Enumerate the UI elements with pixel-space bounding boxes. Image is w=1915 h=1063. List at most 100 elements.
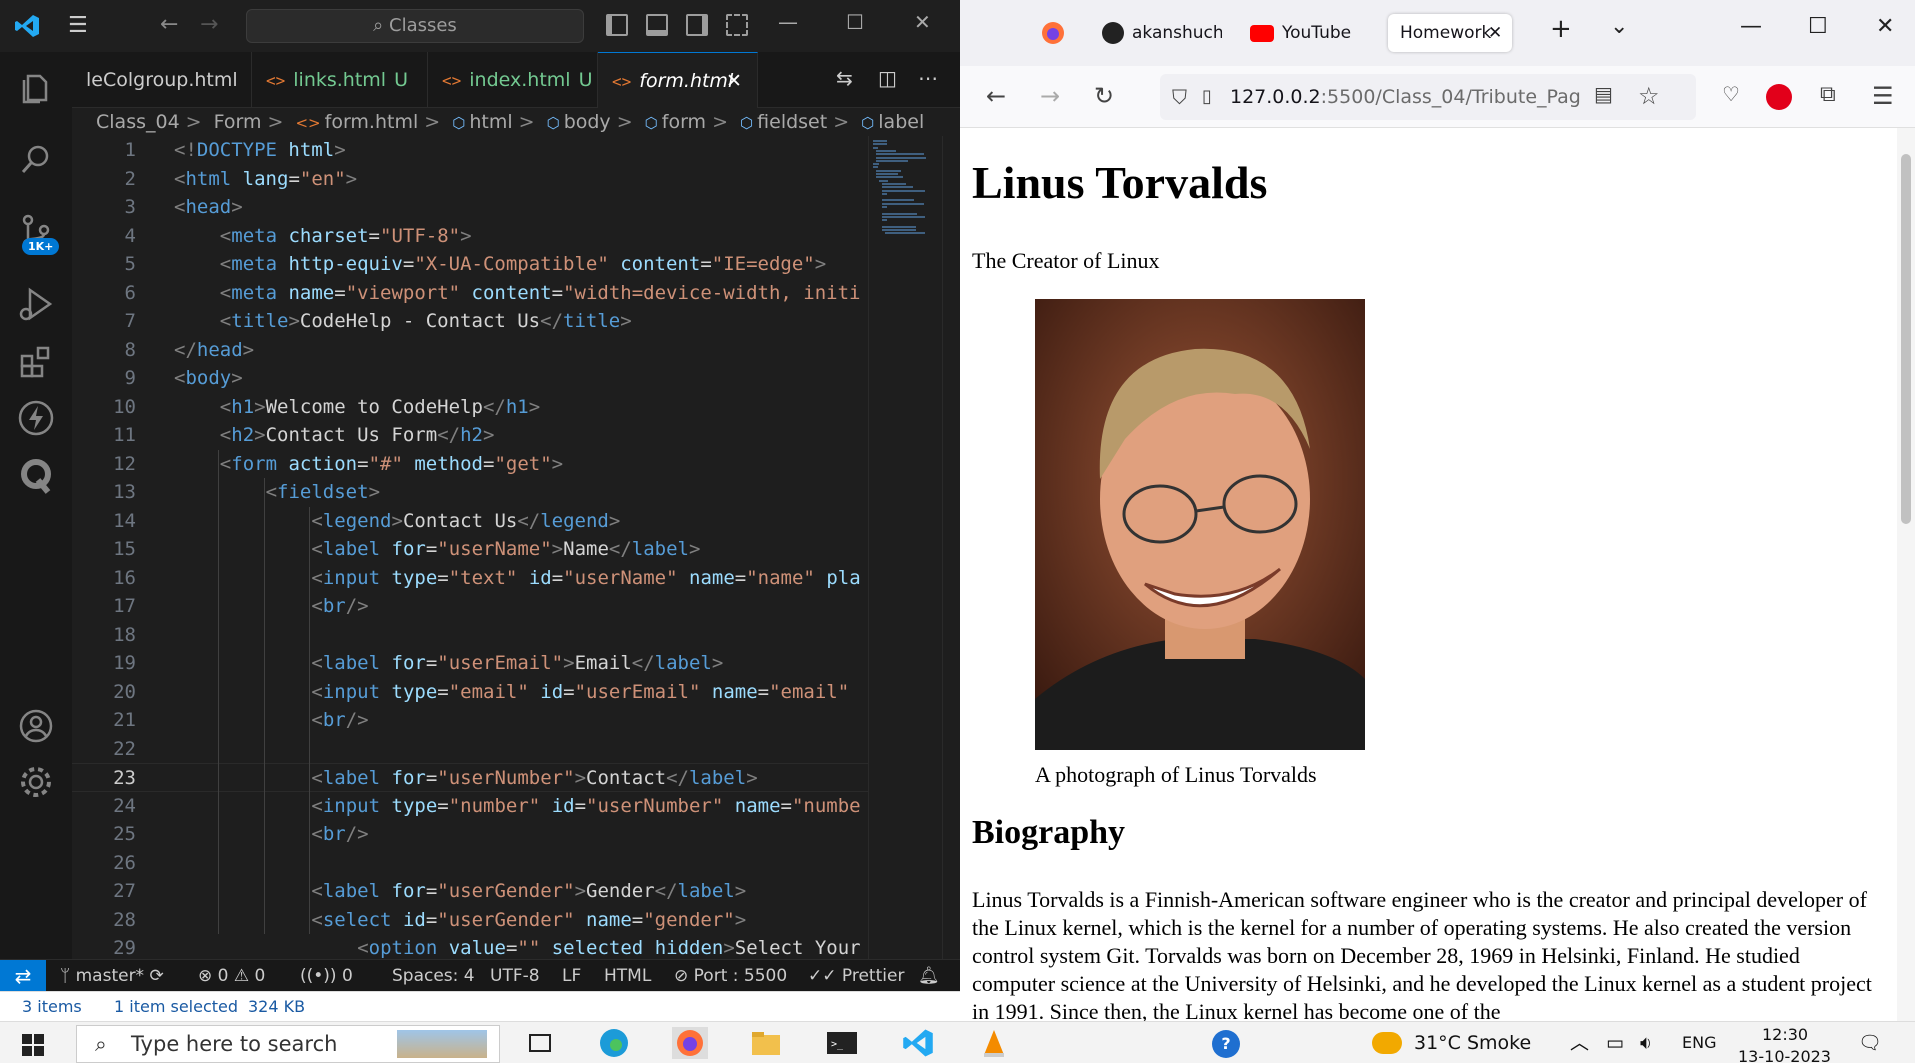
code-line[interactable]: 3 <head> [72, 193, 880, 222]
input-language[interactable]: ENG [1682, 1022, 1716, 1063]
show-hidden-icons-chevron[interactable]: ︿ [1570, 1022, 1589, 1063]
branch-status[interactable]: ᛘ master* ⟳ [60, 960, 164, 992]
code-line[interactable]: 22 [72, 735, 880, 764]
customize-layout-icon[interactable] [726, 14, 748, 36]
toggle-panel-icon[interactable] [646, 14, 668, 36]
code-line[interactable]: 28 <select id="userGender" name="gender"> [72, 906, 880, 935]
reload-icon[interactable]: ↻ [1094, 82, 1114, 110]
ublock-shield-icon[interactable] [1766, 84, 1792, 110]
thunder-client-icon[interactable] [16, 398, 56, 438]
edge-icon[interactable] [596, 1027, 632, 1059]
shield-icon[interactable]: ⛉ [1172, 74, 1187, 120]
code-line[interactable]: 11 <h2>Contact Us Form</h2> [72, 421, 880, 450]
accounts-icon[interactable] [16, 706, 56, 746]
vscode-taskbar-icon[interactable] [900, 1027, 936, 1059]
toggle-primary-sidebar-icon[interactable] [606, 14, 628, 36]
code-line[interactable]: 21 <br/> [72, 706, 880, 735]
prettier-status[interactable]: ✓✓ Prettier [808, 960, 904, 992]
eol-status[interactable]: LF [562, 960, 581, 992]
run-debug-icon[interactable] [16, 284, 56, 324]
code-line[interactable]: 23 <label for="userNumber">Contact</label… [72, 763, 880, 792]
breadcrumb-item[interactable]: form.html [325, 111, 419, 133]
tab-index[interactable]: <> index.html U [428, 52, 598, 108]
explorer-icon[interactable] [16, 68, 56, 108]
clock-date[interactable]: 13-10-2023 [1738, 1036, 1831, 1063]
extensions-icon[interactable] [16, 342, 56, 382]
weather-status[interactable]: 31°C Smoke [1414, 1022, 1531, 1063]
code-line[interactable]: 20 <input type="email" id="userEmail" nam… [72, 678, 880, 707]
minimap[interactable] [868, 136, 942, 959]
code-line[interactable]: 1 <!DOCTYPE html> [72, 136, 880, 165]
language-status[interactable]: HTML [604, 960, 651, 992]
code-line[interactable]: 19 <label for="userEmail">Email</label> [72, 649, 880, 678]
scrollbar-thumb[interactable] [1901, 154, 1911, 524]
split-editor-icon[interactable]: ◫ [878, 66, 897, 90]
breadcrumb-item[interactable]: Form [214, 111, 262, 133]
breadcrumb-item[interactable]: body [564, 111, 611, 133]
live-server-status[interactable]: ⊘ Port : 5500 [674, 960, 787, 992]
vlc-icon[interactable] [976, 1027, 1012, 1059]
remote-icon[interactable]: ⇄ [0, 960, 46, 991]
code-line[interactable]: 25 <br/> [72, 820, 880, 849]
tab-tablecolgroup[interactable]: leColgroup.html [72, 52, 252, 108]
windows-start-icon[interactable] [22, 1034, 44, 1056]
tab-youtube[interactable]: YouTube [1250, 14, 1370, 52]
compare-changes-icon[interactable]: ⇆ [836, 66, 853, 90]
tab-form-active[interactable]: <> form.html ✕ [598, 52, 758, 108]
page-scrollbar[interactable] [1897, 128, 1915, 1021]
problems-status[interactable]: ⊗ 0 ⚠ 0 [198, 960, 265, 992]
code-line[interactable]: 7 <title>CodeHelp - Contact Us</title> [72, 307, 880, 336]
notifications-icon[interactable]: 🗨︎ [1858, 1022, 1882, 1063]
code-line[interactable]: 16 <input type="text" id="userName" name=… [72, 564, 880, 593]
indentation-status[interactable]: Spaces: 4 [392, 960, 475, 992]
terminal-icon[interactable]: >_ [824, 1027, 860, 1059]
code-line[interactable]: 4 <meta charset="UTF-8"> [72, 222, 880, 251]
close-window-icon[interactable]: ✕ [914, 10, 931, 34]
breadcrumb-item[interactable]: html [469, 111, 512, 133]
tab-homework-active[interactable]: Homework ✕ [1388, 14, 1512, 52]
page-viewport[interactable]: Linus Torvalds The Creator of Linux A ph… [960, 128, 1897, 1021]
bookmark-star-icon[interactable]: ☆ [1638, 82, 1660, 110]
more-actions-icon[interactable]: ⋯ [918, 66, 938, 90]
tab-links[interactable]: <> links.html U [252, 52, 428, 108]
list-tabs-chevron-down-icon[interactable]: ⌄ [1610, 14, 1628, 39]
back-arrow-icon[interactable]: ← [160, 12, 178, 37]
code-line[interactable]: 24 <input type="number" id="userNumber" n… [72, 792, 880, 821]
reader-view-icon[interactable]: ▤ [1594, 82, 1613, 106]
task-view-icon[interactable] [522, 1027, 558, 1059]
breadcrumb-item[interactable]: form [662, 111, 706, 133]
code-line[interactable]: 9 <body> [72, 364, 880, 393]
forward-arrow-icon[interactable]: → [1040, 82, 1060, 110]
tab-github[interactable]: akanshuch [1102, 14, 1222, 52]
command-center-search[interactable]: ⌕ Classes [246, 9, 584, 43]
close-tab-icon[interactable]: ✕ [726, 53, 742, 109]
code-line[interactable]: 5 <meta http-equiv="X-UA-Compatible" cont… [72, 250, 880, 279]
code-line[interactable]: 15 <label for="userName">Name</label> [72, 535, 880, 564]
pocket-icon[interactable]: ♡ [1722, 82, 1740, 106]
menu-icon[interactable]: ☰ [1872, 82, 1894, 110]
forward-arrow-icon[interactable]: → [200, 12, 218, 37]
encoding-status[interactable]: UTF-8 [490, 960, 540, 992]
quokka-icon[interactable] [16, 456, 56, 496]
code-line[interactable]: 8 </head> [72, 336, 880, 365]
editor-scrollbar[interactable] [942, 136, 960, 959]
back-arrow-icon[interactable]: ← [986, 82, 1006, 110]
toggle-secondary-sidebar-icon[interactable] [686, 14, 708, 36]
address-bar[interactable]: ⛉ ▯ 127.0.0.2:5500/Class_04/Tribute_Pag [1160, 74, 1696, 120]
code-line[interactable]: 27 <label for="userGender">Gender</label> [72, 877, 880, 906]
code-editor[interactable]: 1 <!DOCTYPE html> 2 <html lang="en"> 3 <head>… [72, 136, 880, 959]
code-line[interactable]: 13 <fieldset> [72, 478, 880, 507]
firefox-taskbar-icon[interactable] [672, 1027, 708, 1059]
code-line[interactable]: 29 <option value="" selected hidden>Selec… [72, 934, 880, 959]
notifications-bell-icon[interactable]: 🔔︎ [918, 960, 940, 992]
minimize-icon[interactable]: — [778, 10, 798, 34]
close-tab-icon[interactable]: ✕ [1488, 14, 1502, 52]
ports-status[interactable]: ((•)) 0 [300, 960, 353, 992]
code-line[interactable]: 17 <br/> [72, 592, 880, 621]
firefox-tab-icon[interactable] [1040, 20, 1066, 46]
code-line[interactable]: 6 <meta name="viewport" content="width=de… [72, 279, 880, 308]
maximize-icon[interactable]: ☐ [846, 10, 864, 34]
code-line[interactable]: 12 <form action="#" method="get"> [72, 450, 880, 479]
code-line[interactable]: 26 [72, 849, 880, 878]
minimize-icon[interactable]: — [1740, 14, 1762, 39]
